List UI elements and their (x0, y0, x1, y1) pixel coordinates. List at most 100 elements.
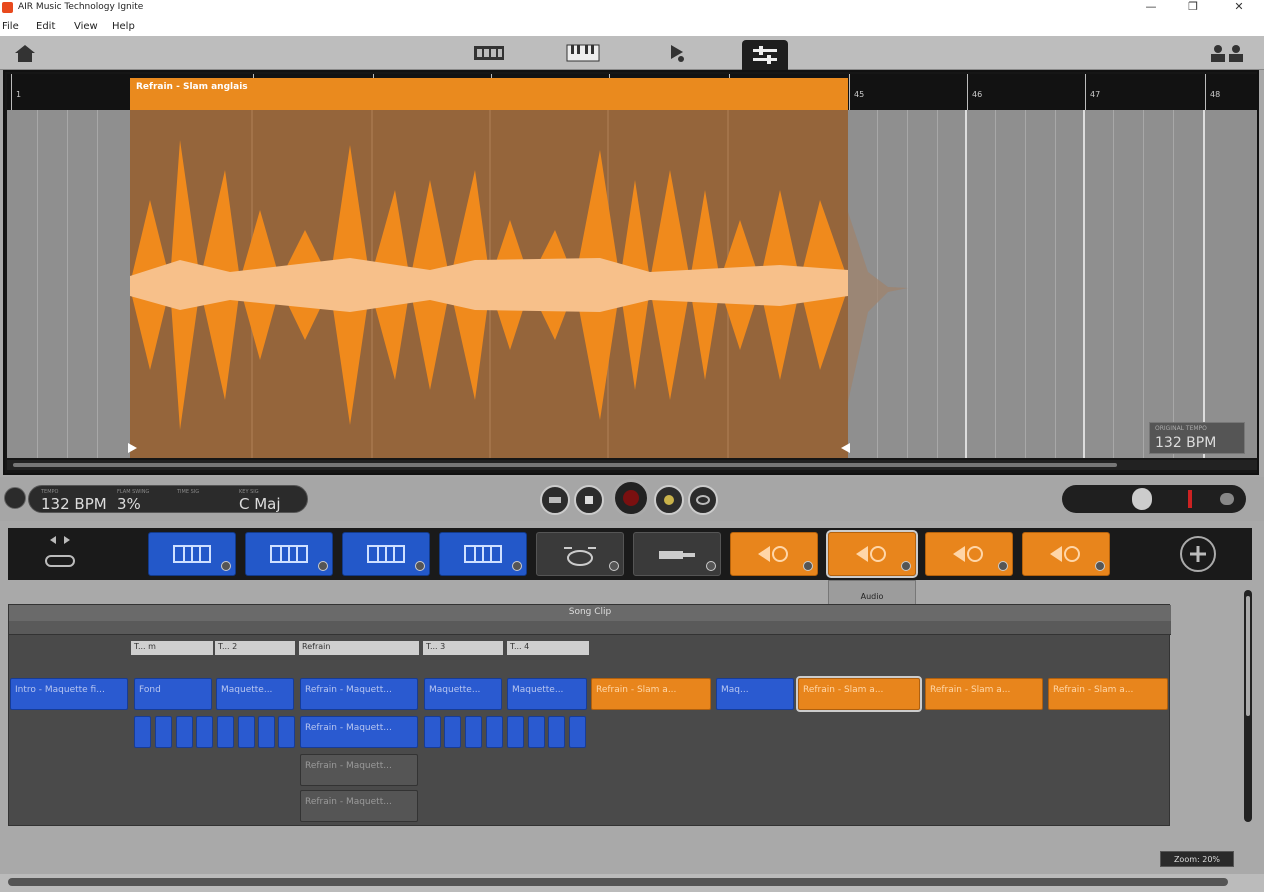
pattern-block[interactable] (548, 716, 565, 748)
record-button[interactable] (612, 479, 650, 517)
instrument-audio-2[interactable] (826, 530, 918, 578)
section-label[interactable]: T... 3 (423, 641, 503, 655)
region-header[interactable]: Refrain - Slam anglais (130, 78, 848, 110)
zoom-indicator[interactable]: Zoom: 20% (1160, 851, 1234, 867)
pattern-block[interactable] (486, 716, 503, 748)
pattern-block[interactable] (424, 716, 441, 748)
song-horizontal-scrollbar[interactable] (0, 874, 1264, 892)
song-clip[interactable]: Maquette... (507, 678, 587, 710)
song-info-box[interactable]: TEMPO 132 BPM FLAM SWING 3% TIME SIG KEY… (28, 485, 308, 513)
time-sig-field[interactable]: TIME SIG (177, 489, 199, 495)
instrument-audio-4[interactable] (1022, 532, 1110, 576)
loop-button[interactable] (688, 485, 718, 515)
instrument-keyboard-4[interactable] (439, 532, 527, 576)
pattern-block[interactable] (528, 716, 545, 748)
instrument-keyboard-3[interactable] (342, 532, 430, 576)
pattern-block[interactable] (569, 716, 586, 748)
original-tempo-display: ORIGINAL TEMPO 132 BPM (1149, 422, 1245, 454)
pattern-block[interactable] (176, 716, 193, 748)
maximize-button[interactable]: ❐ (1178, 0, 1208, 16)
menu-help[interactable]: Help (112, 21, 135, 32)
pattern-block[interactable] (278, 716, 295, 748)
pattern-block[interactable] (444, 716, 461, 748)
song-clip[interactable]: Refrain - Slam a... (796, 676, 922, 712)
song-clip[interactable]: Refrain - Maquett... (300, 716, 418, 748)
pattern-block[interactable] (155, 716, 172, 748)
pattern-block[interactable] (258, 716, 275, 748)
instrument-keyboard-2[interactable] (245, 532, 333, 576)
section-label[interactable]: Refrain (299, 641, 419, 655)
song-clip[interactable]: Refrain - Slam a... (1048, 678, 1168, 710)
title-bar: AIR Music Technology Ignite — ❐ ✕ (0, 0, 1264, 18)
waveform-editor: 1 30 40 42 43 44 45 46 47 48 Refrain - S… (3, 70, 1259, 475)
audio-region[interactable]: Refrain - Slam anglais (128, 78, 850, 458)
instrument-audio-1[interactable] (730, 532, 818, 576)
stop-button[interactable] (574, 485, 604, 515)
editor-scrollbar[interactable] (7, 460, 1257, 470)
bar-marker: 46 (967, 74, 982, 110)
add-instrument-icon[interactable] (1180, 536, 1216, 572)
song-clip-header: Song Clip (9, 605, 1171, 621)
audio-icon (758, 546, 788, 562)
main-toolbar (0, 36, 1264, 70)
instrument-strip (8, 528, 1252, 580)
song-clip[interactable]: Refrain - Maquett... (300, 754, 418, 786)
volume-knob[interactable] (1132, 488, 1152, 510)
audio-icon (953, 546, 983, 562)
pattern-block[interactable] (465, 716, 482, 748)
pattern-block[interactable] (217, 716, 234, 748)
keyboard-icon (464, 545, 502, 563)
bar-marker: 45 (849, 74, 864, 110)
tempo-field[interactable]: TEMPO 132 BPM (41, 489, 107, 513)
scroll-arrows-icon[interactable] (36, 534, 84, 574)
region-start-marker[interactable] (126, 442, 138, 454)
song-clip[interactable]: Fond (134, 678, 212, 710)
menu-view[interactable]: View (74, 21, 98, 32)
song-clip[interactable]: Refrain - Maquett... (300, 678, 418, 710)
song-clip[interactable]: Refrain - Slam a... (925, 678, 1043, 710)
metronome-icon[interactable] (4, 487, 26, 509)
instrument-audio-3[interactable] (925, 532, 1013, 576)
pattern-block[interactable] (507, 716, 524, 748)
audio-icon (856, 546, 886, 562)
song-clip[interactable]: Maquette... (216, 678, 294, 710)
home-icon[interactable] (2, 40, 48, 66)
song-clip[interactable]: Maquette... (424, 678, 502, 710)
notation-icon[interactable] (654, 40, 700, 66)
keyboard-icon (173, 545, 211, 563)
piano-roll-icon[interactable] (466, 40, 512, 66)
key-sig-field[interactable]: KEY SIG C Maj (239, 489, 281, 513)
instrument-bass[interactable] (633, 532, 721, 576)
song-ruler[interactable] (9, 621, 1171, 635)
minimize-button[interactable]: — (1136, 0, 1166, 16)
pattern-block[interactable] (238, 716, 255, 748)
rewind-button[interactable] (540, 485, 570, 515)
song-vertical-scrollbar[interactable] (1244, 590, 1252, 822)
level-meter (1188, 490, 1192, 508)
users-icon[interactable] (1204, 40, 1250, 66)
section-label[interactable]: T... m (131, 641, 213, 655)
menu-bar: File Edit View Help (0, 18, 1264, 36)
keyboard-icon[interactable] (560, 40, 606, 66)
instrument-keyboard-1[interactable] (148, 532, 236, 576)
song-clip[interactable]: Maq... (716, 678, 794, 710)
swing-field[interactable]: FLAM SWING 3% (117, 489, 149, 513)
master-volume[interactable] (1062, 485, 1246, 513)
song-clip[interactable]: Refrain - Slam a... (591, 678, 711, 710)
instrument-drums[interactable] (536, 532, 624, 576)
section-label[interactable]: T... 4 (507, 641, 589, 655)
song-clip[interactable]: Refrain - Maquett... (300, 790, 418, 822)
pattern-block[interactable] (134, 716, 151, 748)
mixer-icon[interactable] (742, 40, 788, 70)
song-clip[interactable]: Intro - Maquette fi... (10, 678, 128, 710)
bar-marker: 1 (11, 74, 21, 110)
settings-icon[interactable] (1220, 493, 1234, 505)
section-label[interactable]: T... 2 (215, 641, 295, 655)
pattern-block[interactable] (196, 716, 213, 748)
original-tempo-label: ORIGINAL TEMPO (1155, 425, 1207, 432)
menu-file[interactable]: File (2, 21, 19, 32)
close-button[interactable]: ✕ (1224, 0, 1254, 16)
menu-edit[interactable]: Edit (36, 21, 55, 32)
keyboard-icon (270, 545, 308, 563)
play-button[interactable] (654, 485, 684, 515)
